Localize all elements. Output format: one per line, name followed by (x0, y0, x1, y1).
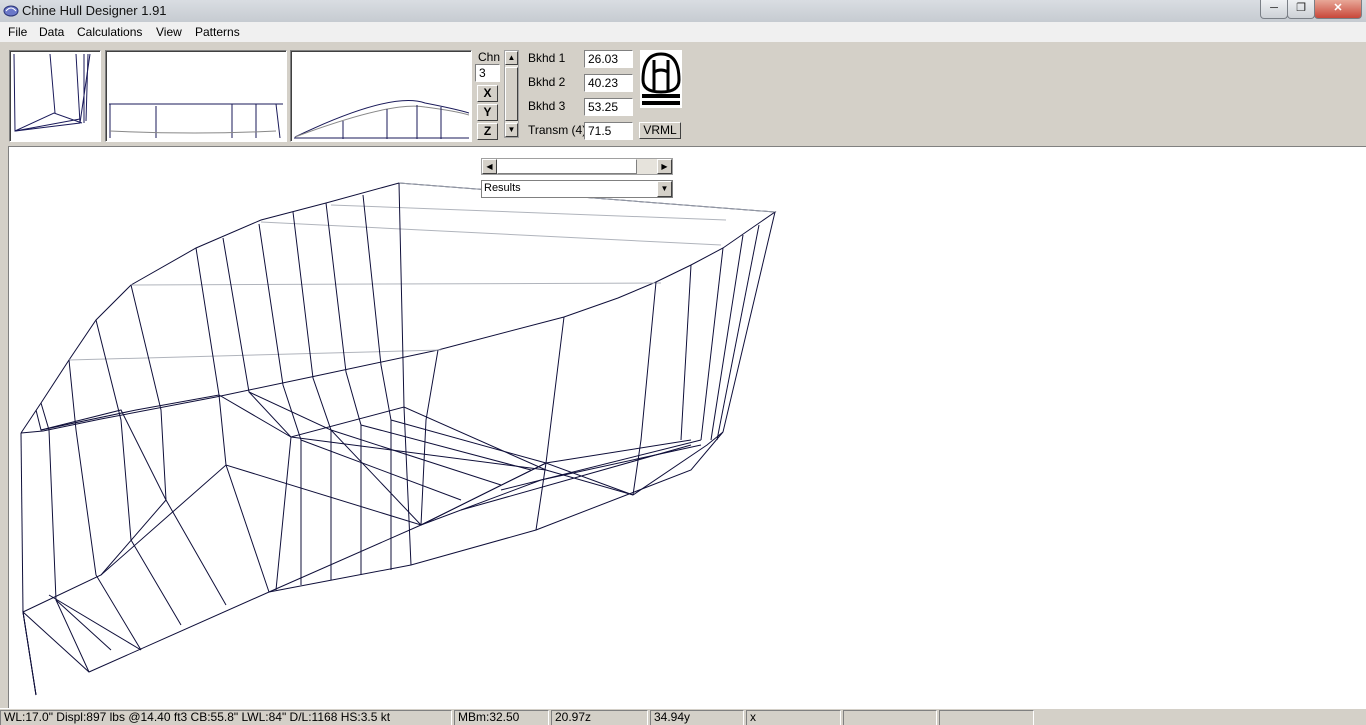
status-z: 20.97z (551, 710, 648, 725)
menu-view[interactable]: View (156, 25, 182, 39)
view-rotation-scrollbar[interactable]: ◀ ▶ (481, 158, 673, 175)
section-view-thumbnail[interactable] (9, 50, 101, 142)
bkhd2-label: Bkhd 2 (528, 75, 566, 89)
rotation-scroll-thumb[interactable] (497, 159, 637, 174)
plan-view-drawing (109, 103, 283, 139)
scroll-down-arrow-icon[interactable]: ▼ (505, 123, 518, 137)
status-empty-2 (939, 710, 1034, 725)
title-bar: Chine Hull Designer 1.91 ─ ❐ ✕ (0, 0, 1366, 23)
scroll-right-arrow-icon[interactable]: ▶ (657, 159, 672, 174)
scroll-left-arrow-icon[interactable]: ◀ (482, 159, 497, 174)
hull-3d-view[interactable] (8, 146, 1366, 708)
profile-view-drawing (294, 100, 470, 139)
plan-view-thumbnail[interactable] (105, 50, 287, 142)
hull-app-icon (3, 5, 19, 17)
scroll-thumb[interactable] (505, 67, 518, 121)
menu-bar: File Data Calculations View Patterns (0, 22, 1366, 42)
results-dropdown-value: Results (484, 182, 521, 194)
vrml-button[interactable]: VRML (639, 122, 681, 139)
maximize-button[interactable]: ❐ (1287, 0, 1315, 19)
menu-data[interactable]: Data (39, 25, 64, 39)
maximize-icon: ❐ (1296, 2, 1306, 14)
status-mbm: MBm:32.50 (454, 710, 549, 725)
profile-view-thumbnail[interactable] (290, 50, 472, 142)
close-icon: ✕ (1333, 2, 1343, 14)
view-z-button[interactable]: Z (477, 123, 498, 140)
hull-wireframe (20, 182, 777, 696)
menu-patterns[interactable]: Patterns (195, 25, 240, 39)
section-view-drawing (13, 53, 91, 132)
menu-calculations[interactable]: Calculations (77, 25, 142, 39)
status-bar: WL:17.0" Displ:897 lbs @14.40 ft3 CB:55.… (0, 708, 1366, 725)
menu-file[interactable]: File (8, 25, 27, 39)
designer-logo (640, 50, 682, 108)
view-x-button[interactable]: X (477, 85, 498, 102)
minimize-button[interactable]: ─ (1260, 0, 1288, 19)
chine-field[interactable]: 3 (475, 64, 500, 82)
bkhd3-field[interactable]: 53.25 (584, 98, 633, 116)
toolbar: Chn 3 X Y Z ▲ ▼ Bkhd 1 26.03 Bkhd 2 40.2… (0, 42, 1366, 146)
transom-field[interactable]: 71.5 (584, 122, 633, 140)
chine-scrollbar[interactable]: ▲ ▼ (504, 50, 519, 138)
status-empty-1 (843, 710, 937, 725)
bkhd3-label: Bkhd 3 (528, 99, 566, 113)
chine-label: Chn (478, 50, 501, 64)
scroll-up-arrow-icon[interactable]: ▲ (505, 51, 518, 65)
status-x: x (746, 710, 841, 725)
bkhd2-field[interactable]: 40.23 (584, 74, 633, 92)
transom-label: Transm (4) (528, 123, 587, 137)
minimize-icon: ─ (1270, 2, 1278, 14)
bkhd1-field[interactable]: 26.03 (584, 50, 633, 68)
status-hydrostatics: WL:17.0" Displ:897 lbs @14.40 ft3 CB:55.… (0, 710, 452, 725)
view-y-button[interactable]: Y (477, 104, 498, 121)
status-y: 34.94y (650, 710, 744, 725)
bkhd1-label: Bkhd 1 (528, 51, 566, 65)
chevron-down-icon[interactable]: ▼ (657, 181, 672, 197)
close-button[interactable]: ✕ (1314, 0, 1362, 19)
window-title: Chine Hull Designer 1.91 (22, 3, 167, 18)
results-dropdown[interactable]: Results ▼ (481, 180, 673, 198)
